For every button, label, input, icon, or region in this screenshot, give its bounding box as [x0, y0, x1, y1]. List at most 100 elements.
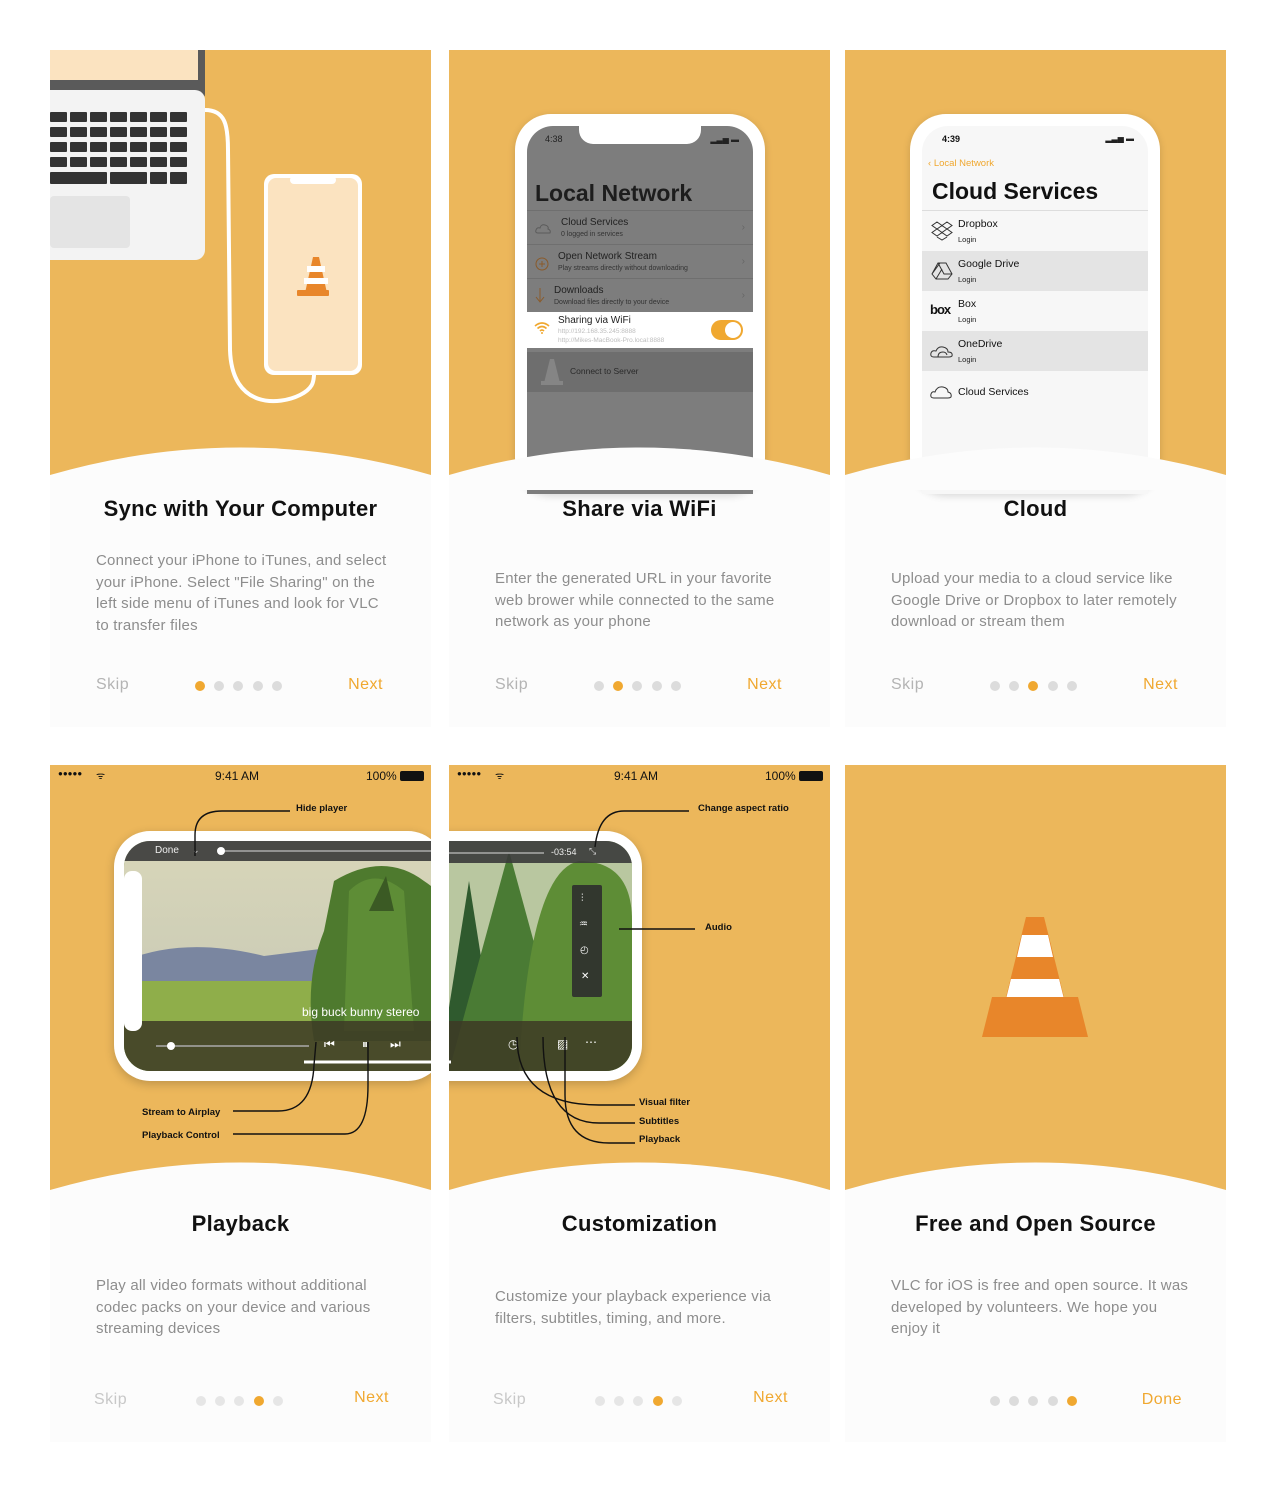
service-name: Google Drive	[958, 258, 1020, 270]
next-button[interactable]: Next	[753, 1389, 788, 1407]
service-row-onedrive[interactable]: OneDrive Login	[922, 331, 1148, 371]
page-dot[interactable]	[595, 1396, 605, 1406]
page-dot[interactable]	[215, 1396, 225, 1406]
hero-illustration	[50, 50, 431, 480]
page-description: VLC for iOS is free and open source. It …	[891, 1277, 1189, 1337]
chevron-left-icon: ‹	[928, 158, 932, 169]
page-dot[interactable]	[233, 681, 243, 691]
page-title: Sync with Your Computer	[103, 496, 378, 521]
vlc-cone-icon	[541, 359, 563, 385]
hero-illustration: 4:38 ▂▃▅ ▬ Local Network Cloud Services …	[449, 50, 830, 494]
login-link[interactable]: Login	[958, 235, 976, 244]
wave-divider	[50, 1162, 431, 1205]
connect-to-server-row[interactable]: Connect to Server	[527, 352, 753, 392]
page-dot[interactable]	[253, 681, 263, 691]
next-button[interactable]: Next	[1143, 676, 1178, 694]
skip-button[interactable]: Skip	[94, 1391, 127, 1409]
service-row-box[interactable]: box Box Login	[922, 291, 1148, 331]
page-indicator	[594, 681, 694, 693]
page-description: Upload your media to a cloud service lik…	[891, 570, 1177, 630]
login-link[interactable]: Login	[958, 275, 976, 284]
page-dot[interactable]	[196, 1396, 206, 1406]
annotation-lines	[194, 810, 369, 1135]
page-dot[interactable]	[1028, 1396, 1038, 1406]
back-label: Local Network	[933, 158, 995, 169]
item-title: Sharing via WiFi	[558, 315, 631, 326]
page-dot[interactable]	[1048, 681, 1058, 691]
list-item-sharing-wifi[interactable]: Sharing via WiFi http://192.168.35.245:8…	[527, 312, 753, 348]
page-dot[interactable]	[653, 1396, 663, 1406]
annotation-lines	[516, 810, 695, 1144]
dropbox-icon	[931, 221, 953, 241]
skip-button[interactable]: Skip	[493, 1391, 526, 1409]
toggle-knob	[725, 322, 741, 338]
page-dot[interactable]	[614, 1396, 624, 1406]
annotation-playback-control: Playback Control	[142, 1130, 220, 1141]
page-indicator	[990, 681, 1090, 693]
wifi-toggle[interactable]	[711, 320, 743, 340]
page-dot[interactable]	[1067, 1396, 1077, 1406]
hero-illustration: ●●●●● ᯤ 9:41 AM 100% Done ⌄ big buck bun…	[50, 765, 431, 1195]
skip-button[interactable]: Skip	[891, 676, 924, 694]
annotation-aspect-ratio: Change aspect ratio	[698, 803, 789, 814]
wifi-icon	[534, 322, 550, 334]
skip-button[interactable]: Skip	[96, 676, 129, 694]
page-dot[interactable]	[1009, 681, 1019, 691]
hero-illustration: ●●●●● ᯤ 9:41 AM 100% -03:54 ⤡ ⫶ ♒ ◴ ✕ ◷ …	[449, 765, 830, 1195]
next-button[interactable]: Next	[747, 676, 782, 694]
skip-button[interactable]: Skip	[495, 676, 528, 694]
service-row-google-drive[interactable]: Google Drive Login	[922, 251, 1148, 291]
page-description: Customize your playback experience via f…	[495, 1288, 772, 1327]
page-dot[interactable]	[990, 1396, 1000, 1406]
annotation-visual-filter: Visual filter	[639, 1097, 691, 1108]
service-row-dropbox[interactable]: Dropbox Login	[922, 211, 1148, 251]
back-button[interactable]: ‹ Local Network	[928, 158, 994, 169]
service-name: OneDrive	[958, 338, 1003, 350]
page-indicator	[595, 1396, 695, 1408]
page-dot[interactable]	[1048, 1396, 1058, 1406]
page-dot[interactable]	[254, 1396, 264, 1406]
hero-illustration: 4:39 ▂▃▅ ▬ ‹ Local Network Cloud Service…	[845, 50, 1226, 494]
page-dot[interactable]	[632, 681, 642, 691]
laptop-phone-illustration	[50, 50, 362, 404]
page-dot[interactable]	[594, 681, 604, 691]
item-title: Cloud Services	[561, 217, 629, 228]
page-dot[interactable]	[671, 681, 681, 691]
page-indicator	[990, 1396, 1090, 1408]
annotation-airplay: Stream to Airplay	[142, 1107, 221, 1118]
page-dot[interactable]	[214, 681, 224, 691]
page-dot[interactable]	[652, 681, 662, 691]
done-button[interactable]: Done	[1142, 1391, 1182, 1409]
screen-heading: Local Network	[535, 180, 693, 206]
connect-label: Connect to Server	[570, 366, 639, 376]
page-indicator	[196, 1396, 296, 1408]
page-dot[interactable]	[1067, 681, 1077, 691]
page-dot[interactable]	[672, 1396, 682, 1406]
wifi-url-ip[interactable]: http://192.168.35.245:8888	[558, 328, 636, 335]
login-link[interactable]: Login	[958, 315, 976, 324]
onboarding-card-sync: Sync with Your Computer Connect your iPh…	[50, 50, 431, 727]
chevron-right-icon: ›	[741, 222, 745, 233]
page-dot[interactable]	[613, 681, 623, 691]
page-dot[interactable]	[633, 1396, 643, 1406]
page-dot[interactable]	[234, 1396, 244, 1406]
page-dot[interactable]	[990, 681, 1000, 691]
page-dot[interactable]	[195, 681, 205, 691]
page-dot[interactable]	[272, 681, 282, 691]
onboarding-card-customization: ●●●●● ᯤ 9:41 AM 100% -03:54 ⤡ ⫶ ♒ ◴ ✕ ◷ …	[449, 765, 830, 1442]
wifi-url-host[interactable]: http://Mikes-MacBook-Pro.local:8888	[558, 337, 664, 344]
chevron-right-icon: ›	[741, 290, 745, 301]
onboarding-card-open-source: Free and Open Source VLC for iOS is free…	[845, 765, 1226, 1442]
page-dot[interactable]	[1009, 1396, 1019, 1406]
page-description: Play all video formats without additiona…	[96, 1277, 371, 1337]
item-subtitle: Download files directly to your device	[554, 299, 670, 306]
status-icons: ▂▃▅ ▬	[710, 135, 739, 144]
page-dot[interactable]	[273, 1396, 283, 1406]
next-button[interactable]: Next	[348, 676, 383, 694]
cloud-services-row[interactable]: Cloud Services	[922, 370, 1148, 410]
next-button[interactable]: Next	[354, 1389, 389, 1407]
hero-illustration	[845, 765, 1226, 1195]
wave-divider	[845, 1162, 1226, 1205]
login-link[interactable]: Login	[958, 355, 976, 364]
page-dot[interactable]	[1028, 681, 1038, 691]
